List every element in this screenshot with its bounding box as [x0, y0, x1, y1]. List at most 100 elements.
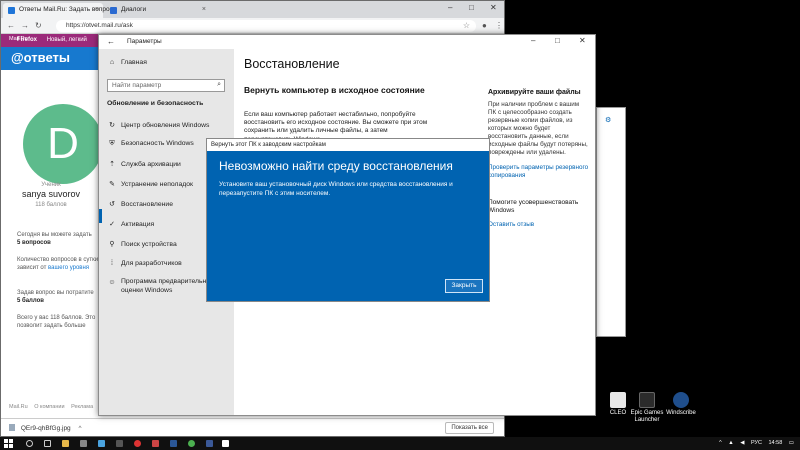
nav-label: Служба архивации	[121, 161, 181, 168]
upload-icon: ⇡	[109, 161, 115, 168]
back-icon[interactable]: ←	[107, 37, 115, 46]
desktop-icon-windscribe[interactable]: Windscribe	[661, 392, 701, 417]
portal-link[interactable]: Mail.Ru	[9, 36, 28, 42]
spend-count: 5 баллов	[17, 298, 44, 304]
cleo-icon	[610, 392, 626, 408]
site-logo[interactable]: @ответы	[11, 50, 70, 65]
close-button[interactable]: Закрыть	[445, 279, 483, 293]
tray-up-icon[interactable]: ^	[719, 440, 722, 446]
opera-icon[interactable]	[134, 440, 141, 447]
user-name[interactable]: sanya suvorov	[1, 189, 101, 199]
url-text: https://otvet.mail.ru/ask	[66, 22, 133, 29]
refresh-icon: ↻	[109, 122, 115, 129]
level-link[interactable]: вашего уровня	[48, 265, 89, 271]
questions-limit: Количество вопросов в сутки зависит от в…	[17, 256, 101, 272]
feedback-link[interactable]: Оставить отзыв	[488, 221, 534, 228]
language-indicator[interactable]: РУС	[751, 440, 762, 446]
browser-tab-dialogs[interactable]: Диалоги ×	[105, 3, 210, 18]
total-text: Всего у вас 118 баллов. Это позволит зад…	[17, 315, 96, 329]
footer-link[interactable]: О компании	[34, 404, 64, 410]
error-heading: Невозможно найти среду восстановления	[219, 159, 453, 173]
history-icon: ↺	[109, 201, 115, 208]
dialog-title: Вернуть этот ПК к заводским настройкам	[211, 142, 326, 148]
footer-link[interactable]: Реклама	[71, 404, 93, 410]
close-icon[interactable]: ✕	[490, 3, 497, 12]
vk-favicon-icon	[110, 7, 117, 14]
background-window[interactable]: ⚙	[596, 107, 626, 337]
app-icon[interactable]	[206, 440, 213, 447]
windows-start-icon[interactable]	[4, 439, 13, 448]
menu-icon[interactable]: ⋮	[495, 21, 503, 30]
minimize-icon[interactable]: –	[448, 3, 452, 12]
nav-label: Для разработчиков	[121, 260, 182, 267]
profile-sidebar: D Ученик sanya suvorov 118 баллов Сегодн…	[1, 70, 103, 436]
aside-text: При наличии проблем с вашим ПК с целесоо…	[488, 101, 588, 156]
nav-label: Восстановление	[121, 201, 173, 208]
volume-icon[interactable]: ◀	[740, 440, 744, 446]
notifications-icon[interactable]: ▭	[789, 440, 794, 446]
avatar[interactable]: D	[23, 104, 103, 184]
task-view-icon[interactable]	[44, 440, 51, 447]
section-title: Вернуть компьютер в исходное состояние	[244, 85, 425, 95]
nav-label: Поиск устройства	[121, 241, 177, 248]
app-icon[interactable]	[152, 440, 159, 447]
nav-label: Центр обновления Windows	[121, 122, 210, 129]
footer-link[interactable]: Mail.Ru	[9, 404, 28, 410]
maximize-icon[interactable]: □	[469, 3, 474, 12]
home-icon: ⌂	[109, 59, 115, 66]
reload-icon[interactable]: ↻	[35, 21, 42, 30]
user-rank: Ученик	[41, 182, 61, 188]
questions-today: Сегодня вы можете задать 5 вопросов	[17, 231, 101, 247]
app-icon[interactable]	[80, 440, 87, 447]
app-icon[interactable]	[116, 440, 123, 447]
forward-icon[interactable]: →	[21, 21, 29, 30]
search-icon[interactable]	[26, 440, 33, 447]
error-text: Установите ваш установочный диск Windows…	[219, 181, 453, 197]
clock[interactable]: 14:58	[769, 440, 783, 446]
star-icon[interactable]: ☆	[463, 21, 470, 30]
windscribe-icon	[673, 392, 689, 408]
close-tab-icon[interactable]: ×	[202, 6, 206, 13]
firefox-promo[interactable]: Новый, легкий	[47, 37, 87, 43]
user-points: 118 баллов	[35, 202, 67, 208]
dialog-body: Невозможно найти среду восстановления Ус…	[207, 151, 489, 301]
search-input[interactable]: Найти параметр ⌕	[107, 79, 225, 92]
url-input[interactable]: https://otvet.mail.ru/ask ☆	[56, 20, 476, 32]
chevron-up-icon[interactable]: ^	[78, 425, 81, 432]
download-filename: QEr9-qhBfGg.jpg	[20, 425, 71, 432]
search-placeholder: Найти параметр	[112, 82, 162, 89]
settings-title-bar: ← Параметры – □ ✕	[99, 35, 595, 49]
today-text: Сегодня вы можете задать	[17, 232, 92, 238]
extension-icon[interactable]: ●	[482, 21, 487, 30]
minimize-icon[interactable]: –	[531, 36, 535, 45]
maximize-icon[interactable]: □	[555, 36, 560, 45]
show-all-button[interactable]: Показать все	[445, 422, 494, 434]
backup-settings-link[interactable]: Проверить параметры резервного копирован…	[488, 164, 593, 180]
explorer-icon[interactable]	[62, 440, 69, 447]
aside-title: Архивируйте ваши файлы	[488, 89, 581, 96]
wrench-icon: ✎	[109, 181, 115, 188]
today-count: 5 вопросов	[17, 240, 51, 246]
desktop-icon-label: Windscribe	[666, 410, 696, 416]
browser-tab-strip: Ответы Mail.Ru: Задать вопрос × Диалоги …	[1, 1, 504, 18]
person-icon: ⚲	[109, 241, 115, 248]
close-tab-icon[interactable]: ×	[95, 6, 99, 13]
search-icon: ⌕	[217, 81, 221, 88]
check-circle-icon: ✓	[109, 221, 115, 228]
settings-gear-icon[interactable]	[222, 440, 229, 447]
close-icon[interactable]: ✕	[579, 36, 586, 45]
spend-text: Задав вопрос вы потратите	[17, 290, 94, 296]
code-icon: ⁞	[111, 260, 113, 267]
nav-label: Главная	[121, 59, 147, 66]
download-item[interactable]: QEr9-qhBfGg.jpg ^	[9, 424, 82, 432]
nav-windows-update[interactable]: ↻ Центр обновления Windows	[107, 121, 232, 129]
points-total: Всего у вас 118 баллов. Это позволит зад…	[17, 314, 101, 330]
nav-home[interactable]: ⌂ Главная	[107, 59, 232, 66]
chrome-icon[interactable]	[188, 440, 195, 447]
app-icon[interactable]	[170, 440, 177, 447]
app-icon[interactable]	[98, 440, 105, 447]
back-icon[interactable]: ←	[7, 21, 15, 30]
address-bar: ← → ↻ https://otvet.mail.ru/ask ☆ ● ⋮	[1, 18, 504, 34]
browser-tab-otvety[interactable]: Ответы Mail.Ru: Задать вопрос ×	[3, 3, 113, 18]
network-icon[interactable]: ▲	[728, 440, 733, 446]
